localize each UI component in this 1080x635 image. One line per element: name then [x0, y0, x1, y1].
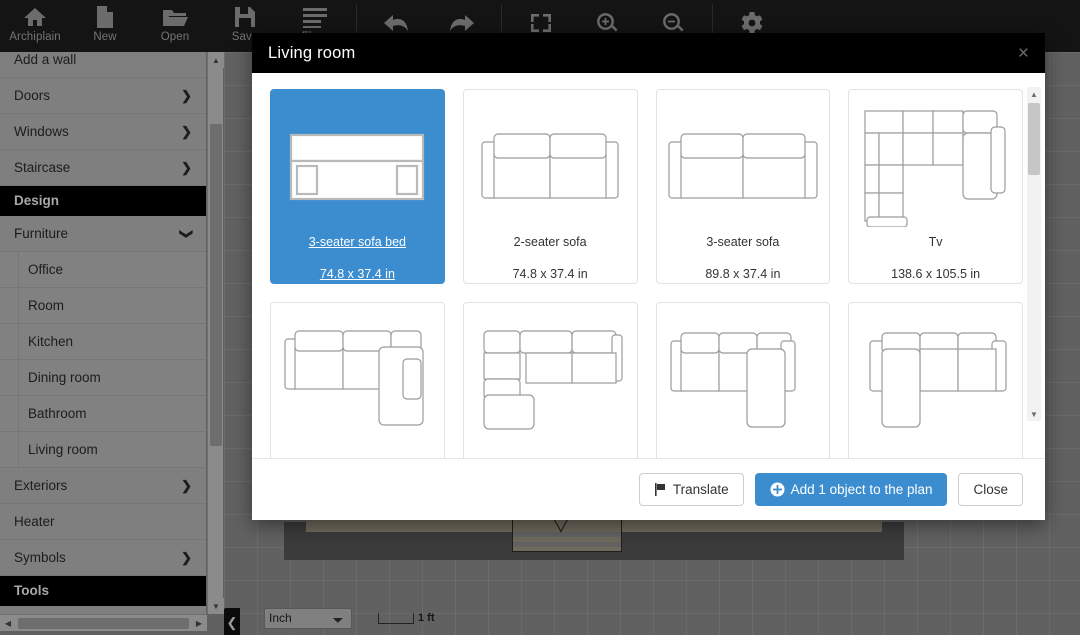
add-object-button-label: Add 1 object to the plan	[791, 482, 933, 497]
object-dimensions: 74.8 x 37.4 in	[320, 267, 395, 281]
close-button[interactable]: Close	[958, 473, 1023, 506]
translate-button-label: Translate	[673, 482, 729, 497]
modal-body: 3-seater sofa bed 74.8 x 37.4 in 2-seater…	[252, 73, 1045, 458]
translate-button[interactable]: Translate	[639, 473, 744, 506]
object-card[interactable]	[463, 302, 638, 458]
object-name: Tv	[929, 235, 943, 250]
flag-icon	[654, 483, 667, 496]
ushape-thumbnail-icon	[849, 94, 1022, 239]
add-object-button[interactable]: Add 1 object to the plan	[755, 473, 948, 506]
object-name: 3-seater sofa	[706, 235, 779, 250]
chaise-right-thumbnail-icon	[657, 307, 830, 452]
sofabed-thumbnail-icon	[271, 94, 444, 239]
modal-header: Living room ×	[252, 33, 1045, 73]
modal-vertical-scrollbar[interactable]: ▲ ▼	[1027, 87, 1041, 421]
corner-right-thumbnail-icon	[271, 307, 444, 452]
corner-left-thumbnail-icon	[464, 307, 637, 452]
object-name: 2-seater sofa	[514, 235, 587, 250]
scrollbar-thumb[interactable]	[1028, 103, 1040, 175]
object-card[interactable]	[656, 302, 831, 458]
scroll-down-arrow-icon[interactable]: ▼	[1027, 407, 1041, 421]
object-card[interactable]: 2-seater sofa 74.8 x 37.4 in	[463, 89, 638, 284]
modal-title: Living room	[268, 44, 356, 63]
object-card[interactable]: Tv 138.6 x 105.5 in	[848, 89, 1023, 284]
object-name: 3-seater sofa bed	[309, 235, 406, 250]
scroll-up-arrow-icon[interactable]: ▲	[1027, 87, 1041, 101]
sofa2-thumbnail-icon	[464, 94, 637, 239]
modal-footer: Translate Add 1 object to the plan Close	[252, 458, 1045, 520]
object-dimensions: 138.6 x 105.5 in	[891, 267, 980, 281]
object-dimensions: 74.8 x 37.4 in	[513, 267, 588, 281]
object-grid: 3-seater sofa bed 74.8 x 37.4 in 2-seater…	[270, 89, 1023, 458]
object-card[interactable]: 3-seater sofa bed 74.8 x 37.4 in	[270, 89, 445, 284]
object-card[interactable]: 3-seater sofa 89.8 x 37.4 in	[656, 89, 831, 284]
sofa3-thumbnail-icon	[657, 94, 830, 239]
object-dimensions: 89.8 x 37.4 in	[705, 267, 780, 281]
object-card[interactable]	[270, 302, 445, 458]
plus-circle-icon	[770, 482, 785, 497]
chaise-left-thumbnail-icon	[849, 307, 1022, 452]
object-card[interactable]	[848, 302, 1023, 458]
living-room-modal: Living room × 3-seater sofa bed 74.8 x 37…	[252, 33, 1045, 520]
close-icon[interactable]: ×	[1018, 44, 1029, 63]
close-button-label: Close	[973, 482, 1008, 497]
